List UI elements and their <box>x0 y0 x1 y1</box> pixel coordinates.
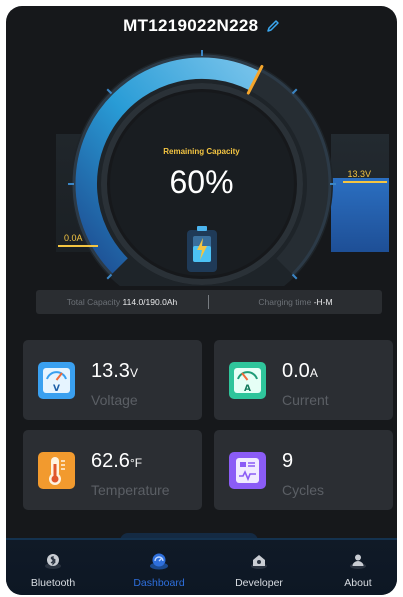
thermometer-icon <box>38 452 75 489</box>
nav-label-dashboard: Dashboard <box>133 577 185 589</box>
nav-item-about[interactable]: About <box>313 551 397 589</box>
header: MT1219022N228 <box>6 16 397 36</box>
total-capacity-label: Total Capacity <box>66 297 121 307</box>
voltage-card[interactable]: V 13.3V Voltage <box>23 340 202 420</box>
current-unit: A <box>309 366 318 380</box>
nav-divider <box>6 538 397 540</box>
nav-label-about: About <box>344 577 372 589</box>
app-screen: MT1219022N228 0.0A 13.3V Remaining Capac… <box>6 6 397 595</box>
cycles-icon <box>229 452 266 489</box>
capacity-info-bar: Total Capacity 114.0/190.0Ah Charging ti… <box>36 290 382 314</box>
voltmeter-icon: V <box>38 362 75 399</box>
nav-label-bluetooth: Bluetooth <box>30 577 76 589</box>
svg-text:A: A <box>244 384 251 394</box>
cycles-card[interactable]: 9 Cycles <box>214 430 393 510</box>
voltage-value: 13.3V <box>91 360 138 382</box>
total-capacity-value: 114.0/190.0Ah <box>122 297 178 307</box>
voltage-label: Voltage <box>91 392 138 408</box>
temperature-value: 62.6°F <box>91 450 143 472</box>
about-icon <box>350 554 366 569</box>
current-card[interactable]: A 0.0A Current <box>214 340 393 420</box>
nav-label-developer: Developer <box>235 577 283 589</box>
bluetooth-icon <box>45 554 61 569</box>
temperature-card[interactable]: 62.6°F Temperature <box>23 430 202 510</box>
developer-icon <box>251 555 267 569</box>
remaining-capacity-value: 60% <box>169 164 234 200</box>
current-value: 0.0A <box>282 360 318 382</box>
current-label: Current <box>282 392 329 408</box>
temperature-unit: °F <box>129 456 143 470</box>
remaining-capacity-label: Remaining Capacity <box>163 147 240 156</box>
svg-text:V: V <box>53 384 60 394</box>
ammeter-icon: A <box>229 362 266 399</box>
battery-icon <box>187 226 217 272</box>
charging-time-value: -H-M <box>313 297 333 307</box>
device-name: MT1219022N228 <box>123 16 259 35</box>
voltage-unit: V <box>129 366 138 380</box>
nav-item-bluetooth[interactable]: Bluetooth <box>8 551 98 589</box>
nav-item-developer[interactable]: Developer <box>214 551 304 589</box>
cycles-value: 9 <box>282 450 294 472</box>
total-capacity: Total Capacity 114.0/190.0Ah <box>36 297 208 307</box>
temperature-label: Temperature <box>91 482 170 498</box>
dashboard-icon <box>150 553 168 570</box>
edit-pencil-icon[interactable] <box>266 19 280 33</box>
charging-time: Charging time -H-M <box>209 297 382 307</box>
charging-time-label: Charging time <box>258 297 312 307</box>
nav-item-dashboard[interactable]: Dashboard <box>114 551 204 589</box>
current-gauge-marker <box>58 245 98 247</box>
cycles-label: Cycles <box>282 482 325 498</box>
current-gauge-label: 0.0A <box>64 233 83 243</box>
